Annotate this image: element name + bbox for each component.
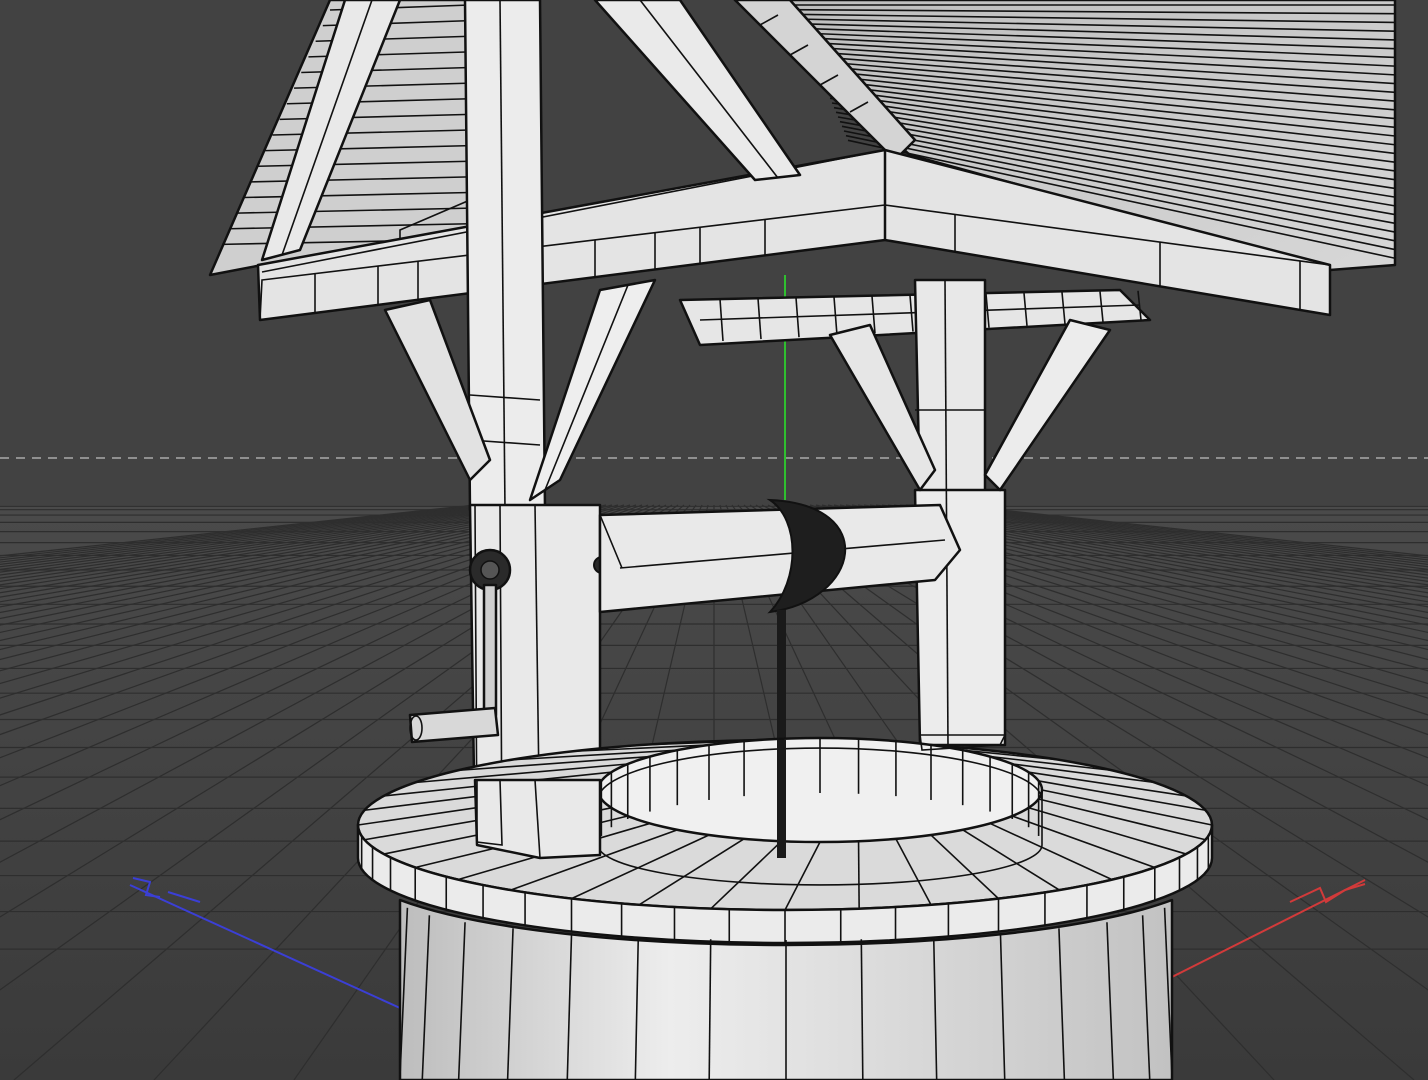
viewport-canvas[interactable] [0, 0, 1428, 1080]
3d-viewport[interactable] [0, 0, 1428, 1080]
